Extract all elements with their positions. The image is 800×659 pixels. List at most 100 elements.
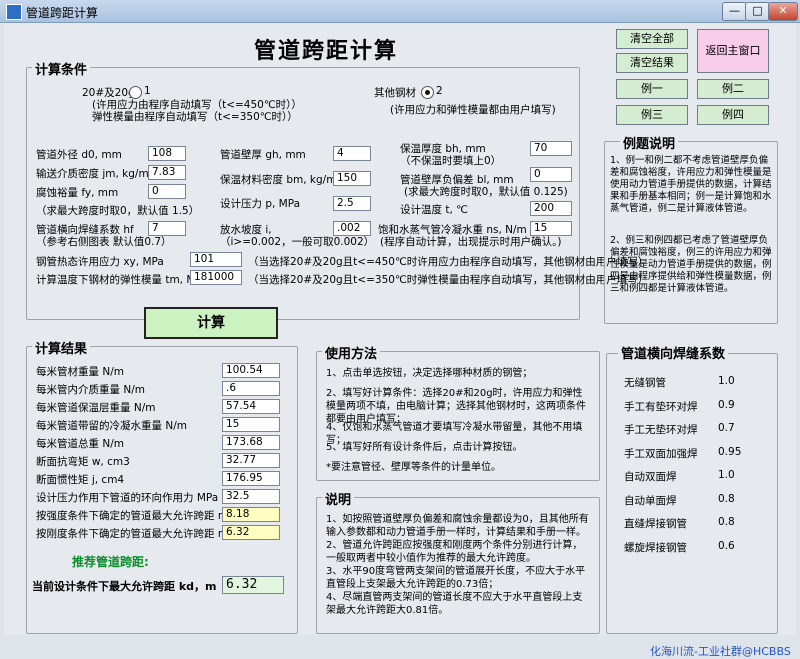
usage-item-4: 5、填写好所有设计条件后，点击计算按钮。 bbox=[326, 442, 523, 453]
result-value-field[interactable]: .6 bbox=[222, 381, 280, 396]
maximize-button[interactable]: □ bbox=[745, 2, 770, 21]
weld-row-value: 0.7 bbox=[718, 422, 735, 434]
result-label: 每米管道保温层重量 N/m bbox=[36, 402, 156, 414]
result-value-field[interactable]: 32.77 bbox=[222, 453, 280, 468]
weld-row-value: 0.8 bbox=[718, 516, 735, 528]
weld-row-name: 手工无垫环对焊 bbox=[624, 424, 698, 436]
fy-label: 腐蚀裕量 fy, mm bbox=[36, 187, 119, 199]
bh-field[interactable]: 70 bbox=[530, 141, 572, 156]
usage-item-1: 1、点击单选按钮，决定选择哪种材质的钢管； bbox=[326, 368, 533, 379]
note-item-4: 4、尽端直管两支架间的管道长度不应大于水平直管段上支架最大允许跨距大0.81倍。 bbox=[326, 592, 583, 616]
weld-row-value: 1.0 bbox=[718, 469, 735, 481]
example-desc-title: 例题说明 bbox=[620, 133, 679, 152]
result-label: 每米管材重量 N/m bbox=[36, 366, 124, 378]
result-label: 断面惯性矩 j, cm4 bbox=[36, 474, 125, 486]
usage-item-5: *要注意管径、壁厚等条件的计量单位。 bbox=[326, 462, 501, 473]
t-field[interactable]: 200 bbox=[530, 201, 572, 216]
bl-field[interactable]: 0 bbox=[530, 167, 572, 182]
material2-label: 其他钢材 bbox=[374, 87, 416, 99]
result-value-field[interactable]: 173.68 bbox=[222, 435, 280, 450]
final-span-field[interactable]: 6.32 bbox=[222, 576, 284, 594]
fy-field[interactable]: 0 bbox=[148, 184, 186, 199]
weld-row-name: 自动单面焊 bbox=[624, 494, 677, 507]
weld-row-name: 手工双面加强焊 bbox=[624, 447, 698, 460]
material1-num: 1 bbox=[144, 85, 151, 97]
minimize-button[interactable]: — bbox=[722, 2, 747, 21]
bh-note: （不保温时要填上0） bbox=[400, 155, 502, 167]
result-label: 按强度条件下确定的管道最大允许跨距 m bbox=[36, 510, 229, 522]
weld-row-name: 手工有垫环对焊 bbox=[624, 400, 698, 413]
weld-row-name: 直缝焊接钢管 bbox=[624, 518, 687, 530]
result-value-field[interactable]: 6.32 bbox=[222, 525, 280, 540]
note-item-1: 1、如按照管道壁厚负偏差和腐蚀余量都设为0，且其他所有输入参数都和动力管道手册一… bbox=[326, 514, 589, 538]
material2-radio[interactable] bbox=[421, 86, 434, 99]
weld-row-name: 无缝钢管 bbox=[624, 377, 666, 389]
note-item-3: 3、水平90度弯管两支架间的管道展开长度，不应大于水平直管段上支架最大允许跨距的… bbox=[326, 566, 586, 590]
example1-button[interactable]: 例一 bbox=[616, 79, 688, 99]
bm-field[interactable]: 150 bbox=[333, 171, 371, 186]
result-value-field[interactable]: 8.18 bbox=[222, 507, 280, 522]
gh-field[interactable]: 4 bbox=[333, 146, 371, 161]
material1-note2: 弹性模量由程序自动填写（t<=350℃时）） bbox=[92, 111, 298, 123]
window-client: 管道跨距计算 清空全部 清空结果 返回主窗口 例一 例二 例三 例四 计算条件 … bbox=[4, 23, 796, 658]
example2-button[interactable]: 例二 bbox=[697, 79, 769, 99]
weld-row-value: 0.9 bbox=[718, 398, 735, 411]
t-label: 设计温度 t, ℃ bbox=[400, 204, 468, 216]
weld-table-title: 管道横向焊缝系数 bbox=[618, 343, 729, 362]
recommend-label: 推荐管道跨距: bbox=[72, 555, 149, 569]
fy-note: （求最大跨度时取0，默认值 1.5） bbox=[36, 205, 200, 217]
note-item-2: 2、管道允许跨距应按强度和刚度两个条件分别进行计算，一般取两者中较小值作为推荐的… bbox=[326, 540, 583, 564]
weld-row-value: 0.6 bbox=[718, 539, 735, 552]
result-label: 每米管道带留的冷凝水重量 N/m bbox=[36, 420, 187, 432]
result-value-field[interactable]: 32.5 bbox=[222, 489, 280, 504]
material2-note: (许用应力和弹性模量都由用户填写) bbox=[390, 104, 556, 116]
example4-button[interactable]: 例四 bbox=[697, 105, 769, 125]
clear-result-button[interactable]: 清空结果 bbox=[616, 53, 688, 73]
xy-note: （当选择20#及20g且t<=450℃时许用应力由程序自动填写，其他钢材由用户填… bbox=[248, 256, 649, 268]
weld-row-value: 0.8 bbox=[718, 492, 735, 505]
title-bar: 管道跨距计算 — □ ✕ bbox=[0, 0, 800, 23]
result-value-field[interactable]: 100.54 bbox=[222, 363, 280, 378]
result-label: 每米管道总重 N/m bbox=[36, 438, 124, 450]
watermark-text: 化海川流-工业社群@HCBBS bbox=[650, 645, 791, 658]
weld-row-value: 1.0 bbox=[718, 375, 735, 387]
p-field[interactable]: 2.5 bbox=[333, 196, 371, 211]
xy-label: 钢管热态许用应力 xy, MPa bbox=[36, 256, 164, 268]
weld-row-name: 螺旋焊接钢管 bbox=[624, 541, 687, 554]
window-title: 管道跨距计算 bbox=[26, 6, 99, 20]
final-span-label: 当前设计条件下最大允许跨距 kd，m bbox=[32, 580, 217, 593]
tm-note: （当选择20#及20g且t<=350℃时弹性模量由程序自动填写，其他钢材由用户填… bbox=[248, 274, 649, 286]
gh-label: 管道壁厚 gh, mm bbox=[220, 149, 306, 161]
result-label: 断面抗弯矩 w, cm3 bbox=[36, 456, 130, 468]
result-value-field[interactable]: 176.95 bbox=[222, 471, 280, 486]
results-title: 计算结果 bbox=[32, 338, 91, 357]
conditions-title: 计算条件 bbox=[32, 59, 91, 78]
p-label: 设计压力 p, MPa bbox=[220, 198, 301, 210]
example3-button[interactable]: 例三 bbox=[616, 105, 688, 125]
close-button[interactable]: ✕ bbox=[768, 2, 798, 21]
d0-label: 管道外径 d0, mm bbox=[36, 149, 122, 161]
result-value-field[interactable]: 57.54 bbox=[222, 399, 280, 414]
result-value-field[interactable]: 15 bbox=[222, 417, 280, 432]
tm-field[interactable]: 181000 bbox=[190, 270, 242, 285]
material2-num: 2 bbox=[436, 85, 443, 97]
weld-row-name: 自动双面焊 bbox=[624, 471, 677, 483]
i-note: （i>=0.002，一般可取0.002） bbox=[220, 236, 375, 248]
result-label: 设计压力作用下管道的环向作用力 MPa bbox=[36, 492, 219, 504]
hf-note: （参考右侧图表 默认值0.7） bbox=[36, 236, 172, 248]
notes-title: 说明 bbox=[322, 489, 355, 508]
xy-field[interactable]: 101 bbox=[190, 252, 242, 267]
weld-row-value: 0.95 bbox=[718, 445, 742, 458]
tm-label: 计算温度下钢材的弹性模量 tm, MPa bbox=[36, 274, 208, 286]
jm-field[interactable]: 7.83 bbox=[148, 165, 186, 180]
example-desc-p2: 2、例三和例四都已考虑了管道壁厚负偏差和腐蚀裕度，例三的许用应力和弹性模量是动力… bbox=[610, 235, 772, 294]
result-label: 每米管内介质重量 N/m bbox=[36, 384, 145, 396]
back-home-button[interactable]: 返回主窗口 bbox=[697, 29, 769, 73]
calculate-button[interactable]: 计算 bbox=[144, 307, 278, 339]
clear-all-button[interactable]: 清空全部 bbox=[616, 29, 688, 49]
page-title: 管道跨距计算 bbox=[254, 38, 399, 64]
result-label: 按刚度条件下确定的管道最大允许跨距 m bbox=[36, 528, 229, 540]
example-desc-p1: 1、例一和例二都不考虑管道壁厚负偏差和腐蚀裕度，许用应力和弹性模量是使用动力管道… bbox=[610, 155, 772, 214]
bm-label: 保温材料密度 bm, kg/m3 bbox=[220, 174, 344, 186]
d0-field[interactable]: 108 bbox=[148, 146, 186, 161]
